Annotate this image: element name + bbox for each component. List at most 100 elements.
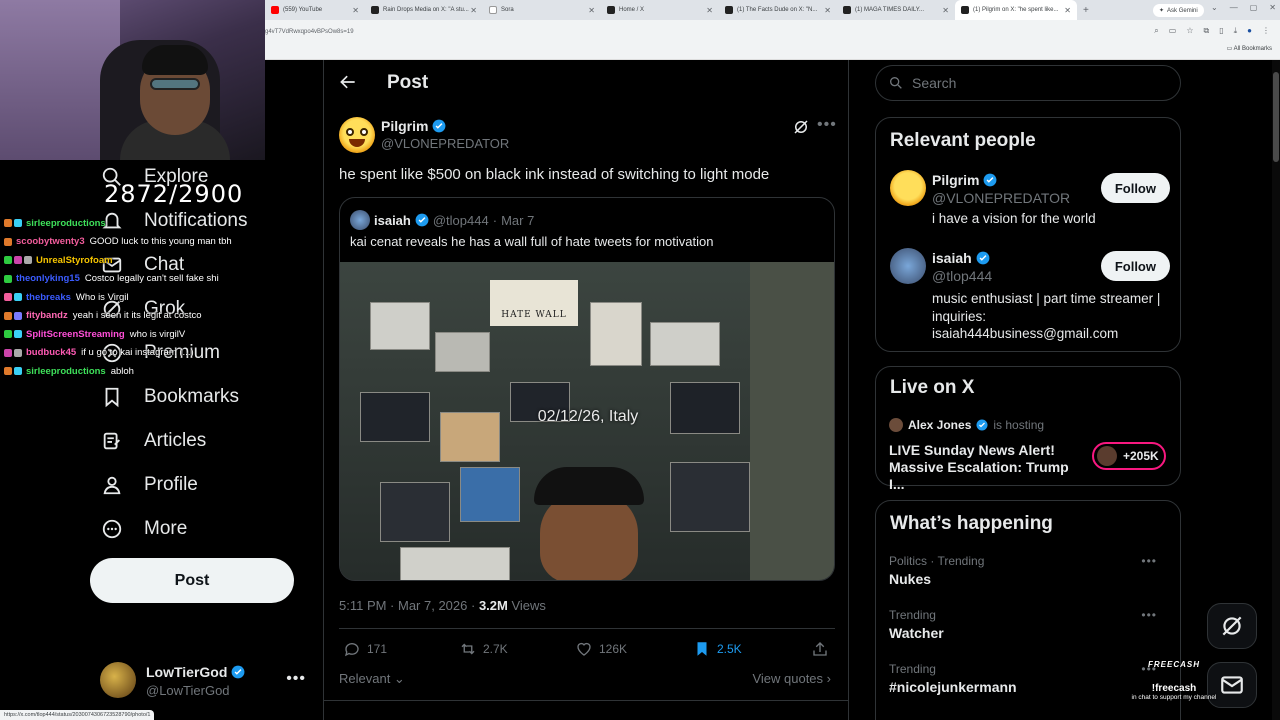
zoom-icon[interactable]: ⌕ — [1154, 26, 1158, 36]
close-tab-icon[interactable]: ✕ — [1064, 6, 1071, 15]
close-window-icon[interactable]: ✕ — [1269, 3, 1276, 12]
star-icon[interactable]: ☆ — [1186, 26, 1193, 36]
repost-button[interactable]: 2.7K — [459, 640, 508, 658]
like-button[interactable]: 126K — [575, 640, 627, 658]
trend-name: Nukes — [889, 571, 932, 587]
chat-user[interactable]: UnrealStyrofoam — [36, 255, 113, 266]
trend-item[interactable]: Politics · Trending Nukes ••• — [889, 554, 1169, 587]
grok-fab[interactable] — [1207, 603, 1257, 649]
nav-item-profile[interactable]: Profile — [100, 473, 198, 497]
scrollbar-thumb[interactable] — [1273, 72, 1279, 162]
chat-user[interactable]: thebreaks — [26, 292, 71, 303]
tab-search-icon[interactable]: ⌄ — [1211, 3, 1218, 12]
live-stream-title[interactable]: LIVE Sunday News Alert! Massive Escalati… — [889, 442, 1079, 493]
card-title: What’s happening — [890, 513, 1053, 534]
quote-author-name: isaiah — [374, 212, 411, 228]
view-quotes-link[interactable]: View quotes › — [752, 671, 831, 686]
sidebar-icon[interactable]: ▯ — [1219, 26, 1223, 36]
close-tab-icon[interactable]: ✕ — [352, 6, 359, 15]
address-bar[interactable]: g4vT7VdRwxqpo4vBPsOw8s=19 ⌕ ▭ ☆ ⧉ ▯ ⤓ ● … — [265, 22, 1280, 42]
browser-tab-active[interactable]: (1) Pilgrim on X: "he spent like... ✕ — [955, 0, 1077, 20]
close-tab-icon[interactable]: ✕ — [706, 6, 713, 15]
author-name[interactable]: Pilgrim — [381, 118, 446, 134]
author-handle[interactable]: @VLONEPREDATOR — [381, 136, 509, 151]
all-bookmarks-button[interactable]: ▭ All Bookmarks — [1227, 45, 1272, 52]
chat-badges — [4, 367, 22, 376]
quoted-post[interactable]: isaiah @tlop444 · Mar 7 kai cenat reveal… — [339, 197, 835, 581]
live-host[interactable]: Alex Jones is hosting — [889, 418, 1044, 432]
chat-user[interactable]: sirleeproductions — [26, 366, 106, 377]
more-icon[interactable]: ••• — [1141, 554, 1157, 568]
person-row[interactable]: Pilgrim @VLONEPREDATOR i have a vision f… — [890, 170, 1170, 230]
minimize-icon[interactable]: — — [1230, 3, 1238, 12]
chat-user[interactable]: sirleeproductions — [26, 218, 106, 229]
close-tab-icon[interactable]: ✕ — [588, 6, 595, 15]
share-button[interactable] — [811, 640, 829, 658]
avatar[interactable] — [890, 170, 926, 206]
person-name[interactable]: isaiah — [932, 250, 990, 266]
article-icon — [100, 429, 124, 453]
person-name[interactable]: Pilgrim — [932, 172, 997, 188]
menu-icon[interactable]: ⋮ — [1262, 26, 1270, 36]
ask-gemini-button[interactable]: ✦ Ask Gemini — [1153, 4, 1204, 17]
hate-tweet-paper — [590, 302, 642, 366]
card-title: Live on X — [890, 377, 975, 398]
nav-label: Profile — [144, 474, 198, 495]
extensions-icon[interactable]: ⧉ — [1203, 26, 1209, 36]
close-tab-icon[interactable]: ✕ — [824, 6, 831, 15]
person-row[interactable]: isaiah @tlop444 music enthusiast | part … — [890, 248, 1170, 348]
chat-user[interactable]: theonlyking15 — [16, 273, 80, 284]
more-icon[interactable]: ••• — [817, 116, 837, 134]
person-handle[interactable]: @VLONEPREDATOR — [932, 190, 1070, 206]
trend-name: Watcher — [889, 625, 944, 641]
account-switcher[interactable]: LowTierGod @LowTierGod ••• — [100, 662, 310, 702]
author-avatar[interactable] — [339, 117, 375, 153]
chat-user[interactable]: scoobytwenty3 — [16, 236, 85, 247]
maximize-icon[interactable]: ▢ — [1250, 3, 1258, 12]
download-icon[interactable]: ⤓ — [1234, 26, 1238, 36]
post-button[interactable]: Post — [90, 558, 294, 603]
chat-user[interactable]: fitybandz — [26, 310, 68, 321]
browser-tab[interactable]: (1) The Facts Dude on X: "N... ✕ — [719, 0, 837, 20]
browser-tab[interactable]: (1) MAGA TIMES DAILY... ✕ — [837, 0, 955, 20]
page-scrollbar[interactable] — [1272, 60, 1280, 720]
bookmark-button[interactable]: 2.5K — [693, 640, 742, 658]
trend-item[interactable]: Trending Watcher ••• — [889, 608, 1169, 641]
verified-icon — [433, 119, 446, 133]
close-tab-icon[interactable]: ✕ — [942, 6, 949, 15]
url-text[interactable]: g4vT7VdRwxqpo4vBPsOw8s=19 — [265, 29, 354, 35]
browser-tab[interactable]: Home / X ✕ — [601, 0, 719, 20]
person-handle[interactable]: @tlop444 — [932, 268, 992, 284]
more-icon[interactable]: ••• — [286, 670, 306, 688]
new-tab-icon[interactable]: + — [1077, 5, 1095, 16]
live-listeners-pill[interactable]: +205K — [1092, 442, 1166, 470]
browser-tab[interactable]: Rain Drops Media on X: "A stu... ✕ — [365, 0, 483, 20]
chat-line: UnrealStyrofoam — [4, 251, 284, 270]
more-icon[interactable]: ••• — [1141, 608, 1157, 622]
follow-button[interactable]: Follow — [1100, 173, 1170, 203]
cast-icon[interactable]: ▭ — [1169, 26, 1177, 36]
sort-replies-dropdown[interactable]: Relevant ⌄ — [339, 671, 405, 687]
host-suffix: is hosting — [993, 418, 1045, 432]
nav-item-more[interactable]: More — [100, 517, 187, 541]
follow-button[interactable]: Follow — [1100, 251, 1170, 281]
author-name-text[interactable]: Pilgrim — [381, 118, 428, 134]
avatar[interactable] — [890, 248, 926, 284]
browser-tab[interactable]: (559) YouTube ✕ — [265, 0, 365, 20]
nav-item-bookmarks[interactable]: Bookmarks — [100, 385, 239, 409]
chat-user[interactable]: SplitScreenStreaming — [26, 329, 125, 340]
hate-tweet-paper — [670, 462, 750, 532]
browser-tab[interactable]: Sora ✕ — [483, 0, 601, 20]
close-tab-icon[interactable]: ✕ — [470, 6, 477, 15]
chat-user[interactable]: budbuck45 — [26, 347, 76, 358]
quote-video[interactable]: HATE WALL 02/12/26, Italy — [340, 262, 834, 580]
nav-item-articles[interactable]: Articles — [100, 429, 206, 453]
views-count: 3.2M — [478, 598, 508, 613]
reply-button[interactable]: 171 — [343, 640, 387, 658]
hate-tweet-paper — [400, 547, 510, 580]
profile-icon[interactable]: ● — [1247, 26, 1252, 36]
back-arrow-icon[interactable] — [338, 72, 358, 96]
search-input[interactable]: Search — [875, 65, 1181, 101]
post-time[interactable]: 5:11 PM · Mar 7, 2026 · — [339, 598, 479, 613]
grok-icon[interactable] — [792, 118, 812, 138]
